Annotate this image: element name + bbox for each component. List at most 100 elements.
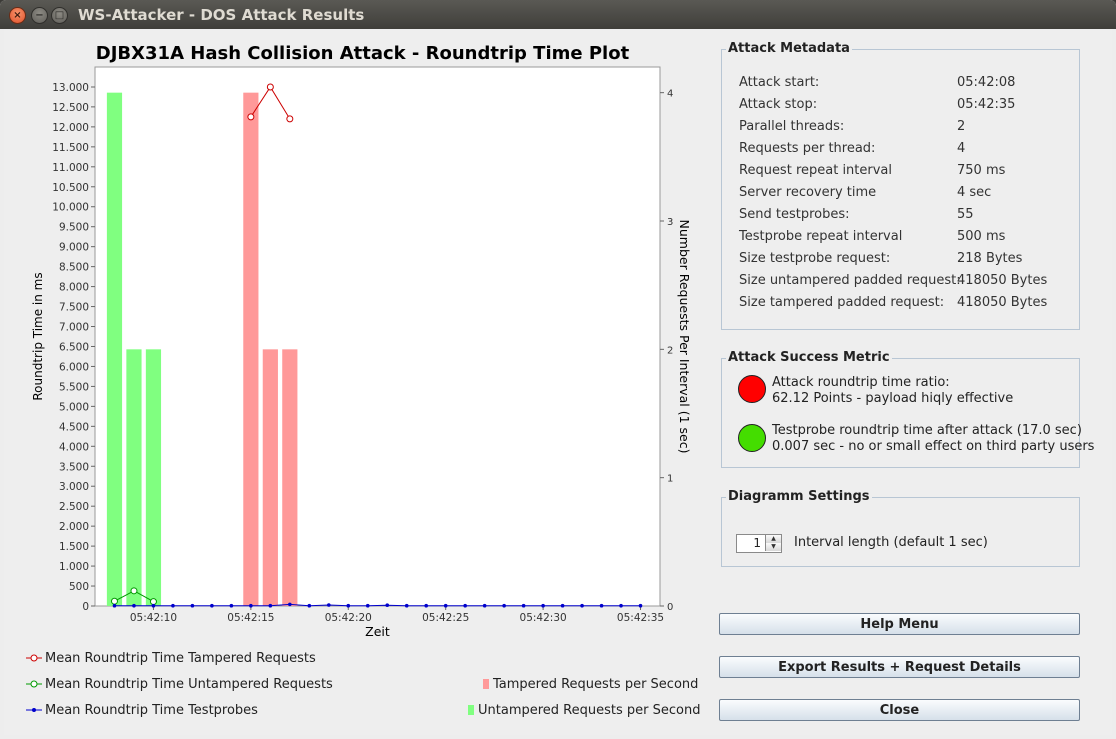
x-tick-label: 05:42:10: [130, 612, 177, 624]
window-minimize-icon[interactable]: −: [31, 7, 48, 24]
y-tick-label: 2.000: [59, 521, 89, 533]
y-tick-label: 7.000: [59, 322, 89, 334]
x-tick-label: 05:42:15: [227, 612, 274, 624]
untampered-point: [110, 597, 118, 605]
ratio-status-indicator: [738, 375, 766, 403]
testprobe-point: [541, 603, 545, 608]
interval-label: Interval length (default 1 sec): [794, 535, 988, 550]
testprobe-point: [599, 603, 604, 608]
testprobe-point: [307, 603, 312, 608]
attack-success-panel: Attack Success Metric Attack roundtrip t…: [721, 350, 1094, 468]
roundtrip-chart: DJBX31A Hash Collision Attack - Roundtri…: [26, 43, 700, 718]
metadata-label: Size tampered padded request:: [739, 295, 945, 310]
tampered-bar: [243, 92, 259, 606]
x-tick-label: 05:42:20: [325, 612, 372, 624]
metadata-label: Testprobe repeat interval: [739, 229, 903, 244]
spinner-down-icon[interactable]: ▼: [765, 543, 781, 551]
y-tick-label: 4.000: [59, 441, 89, 453]
testprobe-point: [638, 603, 643, 608]
legend-marker: [30, 654, 38, 662]
metadata-value: 418050 Bytes: [957, 295, 1048, 310]
y-tick-label: 5.000: [59, 401, 89, 413]
metadata-label: Send testprobes:: [739, 207, 850, 222]
metadata-label: Request repeat interval: [739, 163, 893, 178]
tampered-bar: [282, 349, 298, 606]
metadata-label: Size untampered padded request:: [739, 273, 961, 288]
attack-metadata-title: Attack Metadata: [726, 41, 852, 56]
legend-marker: [32, 708, 36, 712]
metadata-value: 4 sec: [957, 185, 992, 200]
y-tick-label: 1.500: [59, 541, 89, 553]
testprobe-point: [502, 603, 506, 608]
legend-label: Mean Roundtrip Time Tampered Requests: [45, 651, 316, 666]
y-tick-label: 0: [82, 601, 89, 613]
legend-bar-swatch: [468, 705, 474, 715]
metadata-label: Size testprobe request:: [739, 251, 891, 266]
y-tick-label: 4.500: [59, 421, 89, 433]
chart-title: DJBX31A Hash Collision Attack - Roundtri…: [96, 43, 630, 64]
diagram-settings-panel: Diagramm Settings 1 ▲ ▼ Interval length …: [721, 489, 1080, 567]
x-axis-label: Zeit: [365, 624, 390, 639]
metadata-value: 418050 Bytes: [957, 273, 1048, 288]
testprobe-point: [365, 603, 370, 608]
window-close-icon[interactable]: ×: [9, 7, 26, 24]
legend-label: Mean Roundtrip Time Testprobes: [45, 703, 258, 718]
testprobe-point: [132, 603, 136, 608]
testprobe-point: [443, 603, 448, 608]
testprobe-point: [482, 603, 487, 608]
y-tick-label: 1.000: [59, 561, 89, 573]
testprobe-point: [151, 603, 156, 608]
legend-label: Tampered Requests per Second: [492, 677, 698, 692]
help-menu-button[interactable]: Help Menu: [719, 613, 1080, 635]
interval-spinner[interactable]: 1 ▲ ▼: [736, 534, 782, 553]
x-tick-label: 05:42:25: [422, 612, 469, 624]
attack-metadata-panel: Attack Metadata Attack start: 05:42:08 Att…: [721, 41, 1080, 330]
ratio-metric-line2: 62.12 Points - payload hiqly effective: [772, 391, 1014, 406]
y-tick-label: 10.500: [52, 182, 89, 194]
metadata-value: 2: [957, 119, 966, 134]
y-tick-label: 12.500: [52, 102, 89, 114]
x-tick-label: 05:42:30: [520, 612, 567, 624]
testprobe-point: [619, 603, 623, 608]
attack-success-title: Attack Success Metric: [726, 350, 892, 365]
testprobe-point: [521, 603, 526, 608]
y-tick-label: 11.000: [52, 162, 89, 174]
y-axis-label: Roundtrip Time in ms: [31, 272, 45, 400]
legend-label: Mean Roundtrip Time Untampered Requests: [45, 677, 333, 692]
metadata-value: 218 Bytes: [957, 251, 1023, 266]
testprobe-point: [404, 603, 409, 608]
testprobe-status-indicator: [738, 424, 766, 452]
y-tick-label: 9.500: [59, 222, 89, 234]
app-window: × − □ WS-Attacker - DOS Attack Results D…: [0, 0, 1116, 739]
untampered-bar: [106, 92, 123, 606]
y-tick-label: 12.000: [52, 122, 89, 134]
y-tick-label: 9.000: [59, 242, 89, 254]
testprobe-point: [580, 603, 584, 608]
metadata-value: 750 ms: [957, 163, 1006, 178]
export-results-button[interactable]: Export Results + Request Details: [719, 656, 1080, 678]
x-tick-label: 05:42:35: [617, 612, 664, 624]
y-tick-label: 8.500: [59, 262, 89, 274]
metadata-value: 05:42:08: [957, 75, 1016, 90]
testprobe-point: [424, 603, 429, 608]
y2-tick-label: 0: [667, 602, 673, 613]
y-tick-label: 8.000: [59, 282, 89, 294]
y-tick-label: 6.500: [59, 341, 89, 353]
y-tick-label: 2.500: [59, 501, 89, 513]
testprobe-point: [326, 603, 331, 607]
metadata-label: Server recovery time: [739, 185, 877, 200]
close-button[interactable]: Close: [719, 699, 1080, 721]
window-title: WS-Attacker - DOS Attack Results: [78, 6, 365, 24]
window-maximize-icon[interactable]: □: [51, 7, 68, 24]
interval-value[interactable]: 1: [753, 536, 761, 550]
testprobe-metric-text: Testprobe roundtrip time after attack (1…: [772, 423, 1094, 455]
testprobe-point: [268, 603, 273, 608]
metadata-label: Parallel threads:: [739, 119, 845, 134]
untampered-point: [130, 587, 138, 595]
testprobe-point: [346, 603, 351, 608]
metadata-value: 500 ms: [957, 229, 1006, 244]
legend-marker: [30, 680, 38, 688]
testprobe-point: [385, 603, 390, 608]
untampered-bar: [145, 349, 162, 606]
y-tick-label: 11.500: [52, 142, 89, 154]
